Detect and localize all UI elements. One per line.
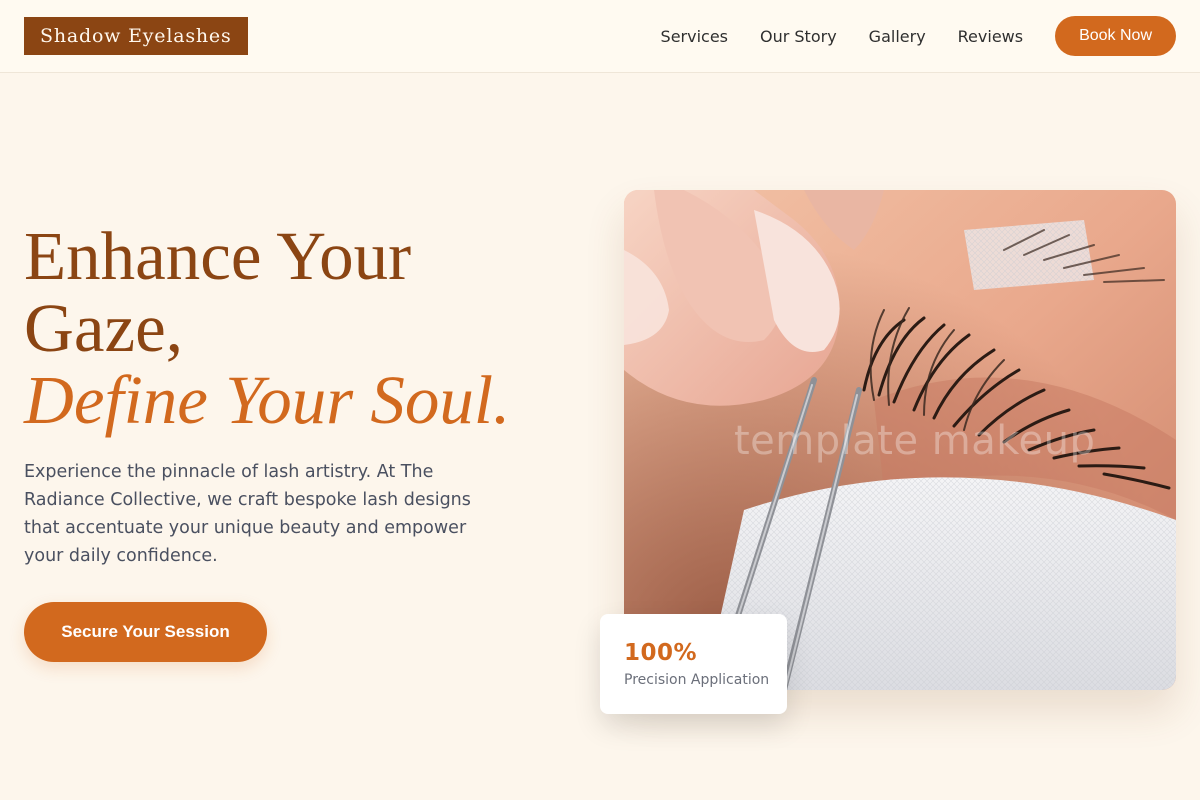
hero-title-line-2: Gaze, [24,290,183,366]
nav-link-reviews[interactable]: Reviews [958,27,1023,46]
main-nav: Services Our Story Gallery Reviews Book … [661,0,1176,72]
book-now-button[interactable]: Book Now [1055,16,1176,56]
brand-logo[interactable]: Shadow Eyelashes [24,17,248,55]
image-watermark: template makeup [734,418,1096,464]
nav-link-our-story[interactable]: Our Story [760,27,837,46]
precision-stat-card: 100% Precision Application [600,614,787,714]
nav-link-services[interactable]: Services [661,27,728,46]
hero-title-accent: Define Your Soul. [24,362,511,438]
stat-value: 100% [624,640,698,666]
hero-description: Experience the pinnacle of lash artistry… [24,462,471,566]
hero-title: Enhance Your Gaze, Define Your Soul. [24,220,584,436]
site-header: Shadow Eyelashes Services Our Story Gall… [0,0,1200,73]
nav-link-gallery[interactable]: Gallery [869,27,926,46]
hero-title-line-1: Enhance Your [24,218,412,294]
stat-label: Precision Application [624,672,770,688]
secure-session-button[interactable]: Secure Your Session [24,602,267,662]
